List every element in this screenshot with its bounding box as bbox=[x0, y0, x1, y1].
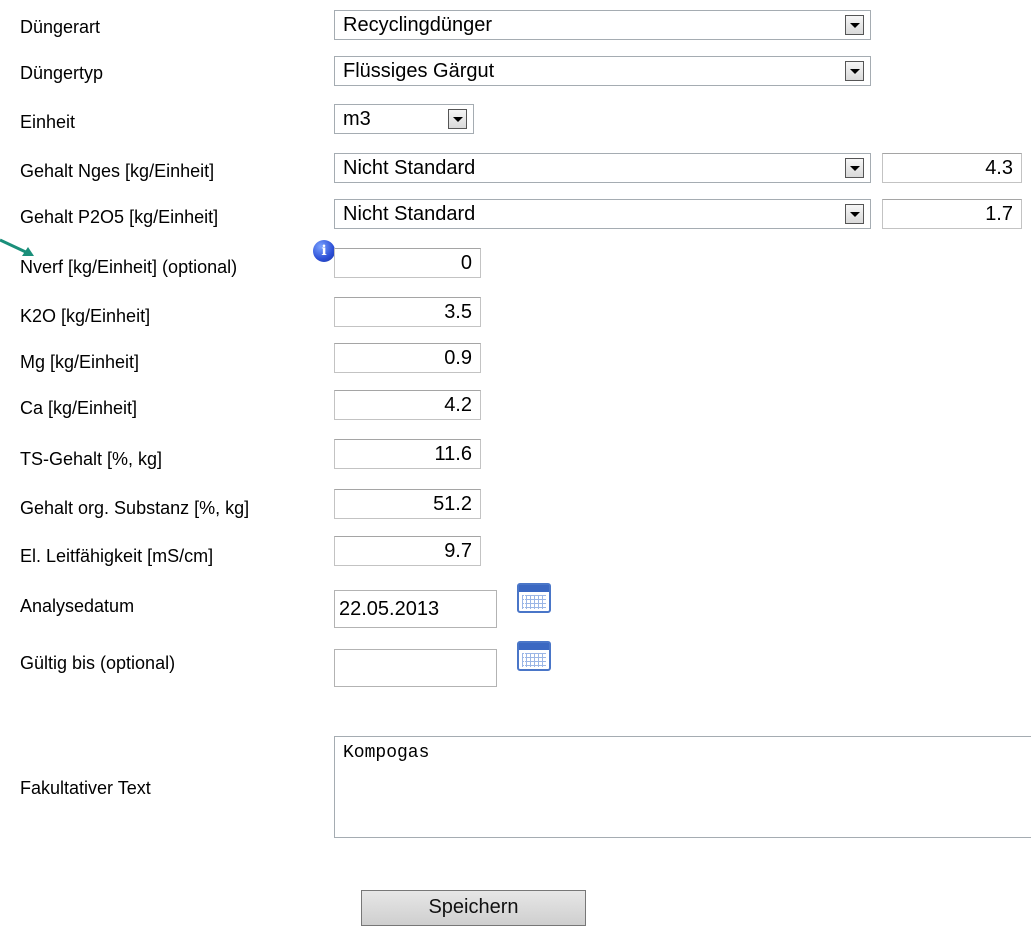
fakultativer-text-label: Fakultativer Text bbox=[20, 778, 151, 798]
org-substanz-label: Gehalt org. Substanz [%, kg] bbox=[20, 498, 250, 518]
gehalt-p2o5-select-value: Nicht Standard bbox=[343, 203, 476, 225]
ts-gehalt-label: TS-Gehalt [%, kg] bbox=[20, 449, 163, 469]
k2o-label: K2O [kg/Einheit] bbox=[20, 306, 151, 326]
duengerart-value: Recyclingdünger bbox=[343, 14, 492, 36]
gehalt-p2o5-label: Gehalt P2O5 [kg/Einheit] bbox=[20, 207, 219, 227]
mg-label: Mg [kg/Einheit] bbox=[20, 352, 140, 372]
ca-label: Ca [kg/Einheit] bbox=[20, 398, 138, 418]
calendar-icon[interactable] bbox=[517, 641, 551, 671]
chevron-down-icon[interactable] bbox=[845, 204, 864, 224]
gehalt-p2o5-input[interactable]: 1.7 bbox=[882, 199, 1022, 229]
gueltig-bis-label: Gültig bis (optional) bbox=[20, 653, 176, 673]
duengerart-select[interactable]: Recyclingdünger bbox=[334, 10, 871, 40]
chevron-down-icon[interactable] bbox=[448, 109, 467, 129]
einheit-select[interactable]: m3 bbox=[334, 104, 474, 134]
duengertyp-value: Flüssiges Gärgut bbox=[343, 60, 495, 82]
chevron-down-icon[interactable] bbox=[845, 15, 864, 35]
org-substanz-input[interactable]: 51.2 bbox=[334, 489, 481, 519]
calendar-icon[interactable] bbox=[517, 583, 551, 613]
einheit-value: m3 bbox=[343, 108, 371, 130]
save-button[interactable]: Speichern bbox=[361, 890, 586, 926]
gehalt-nges-select[interactable]: Nicht Standard bbox=[334, 153, 871, 183]
nverf-label: Nverf [kg/Einheit] (optional) bbox=[20, 257, 238, 277]
chevron-down-icon[interactable] bbox=[845, 61, 864, 81]
leitfaehigkeit-input[interactable]: 9.7 bbox=[334, 536, 481, 566]
analysedatum-label: Analysedatum bbox=[20, 596, 135, 616]
ts-gehalt-input[interactable]: 11.6 bbox=[334, 439, 481, 469]
duengertyp-label: Düngertyp bbox=[20, 63, 104, 83]
einheit-label: Einheit bbox=[20, 112, 76, 132]
gehalt-nges-label: Gehalt Nges [kg/Einheit] bbox=[20, 161, 215, 181]
fakultativer-text-textarea[interactable]: Kompogas bbox=[334, 736, 1031, 838]
gueltig-bis-input[interactable] bbox=[334, 649, 497, 687]
nverf-input[interactable]: 0 bbox=[334, 248, 481, 278]
gehalt-nges-input[interactable]: 4.3 bbox=[882, 153, 1022, 183]
analysedatum-input[interactable]: 22.05.2013 bbox=[334, 590, 497, 628]
gehalt-p2o5-select[interactable]: Nicht Standard bbox=[334, 199, 871, 229]
chevron-down-icon[interactable] bbox=[845, 158, 864, 178]
info-icon[interactable]: i bbox=[313, 240, 335, 262]
ca-input[interactable]: 4.2 bbox=[334, 390, 481, 420]
k2o-input[interactable]: 3.5 bbox=[334, 297, 481, 327]
duengerart-label: Düngerart bbox=[20, 17, 101, 37]
duengertyp-select[interactable]: Flüssiges Gärgut bbox=[334, 56, 871, 86]
leitfaehigkeit-label: El. Leitfähigkeit [mS/cm] bbox=[20, 546, 214, 566]
mg-input[interactable]: 0.9 bbox=[334, 343, 481, 373]
gehalt-nges-select-value: Nicht Standard bbox=[343, 157, 476, 179]
